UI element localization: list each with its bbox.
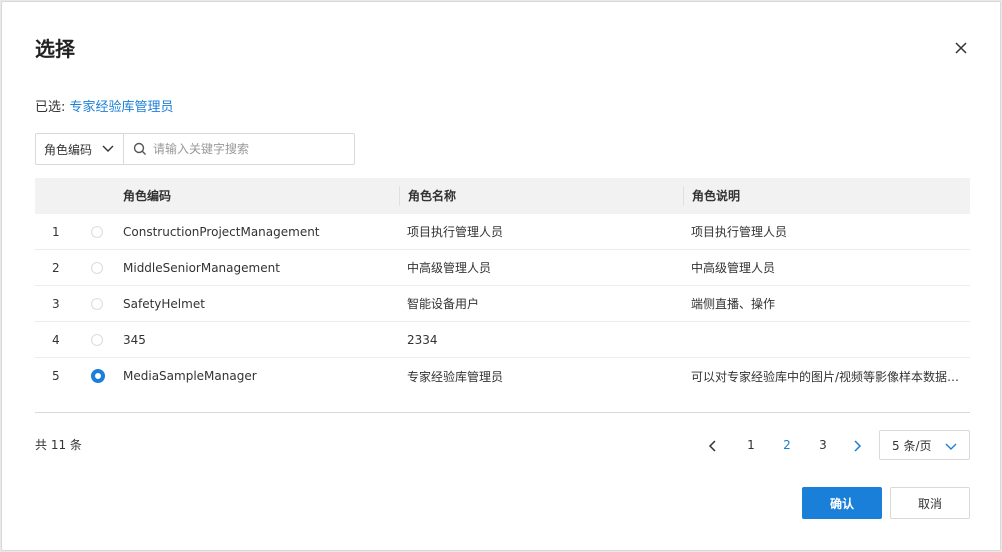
chevron-down-icon: [945, 440, 957, 454]
close-icon: [955, 42, 967, 54]
table-row[interactable]: 2 MiddleSeniorManagement 中高级管理人员 中高级管理人员: [35, 250, 970, 286]
search-box: 角色编码: [35, 133, 355, 165]
close-button[interactable]: [951, 38, 971, 58]
row-index: 2: [52, 260, 60, 275]
header-code: 角色编码: [123, 189, 172, 203]
page-2[interactable]: 2: [775, 430, 799, 460]
selected-label: 已选:: [35, 100, 66, 115]
row-name: 中高级管理人员: [407, 261, 492, 275]
row-code: MediaSampleManager: [123, 369, 257, 383]
row-desc: 中高级管理人员: [691, 261, 776, 275]
table-divider: [35, 412, 970, 413]
header-desc: 角色说明: [683, 186, 970, 206]
row-name: 2334: [407, 332, 438, 347]
page-1[interactable]: 1: [739, 430, 763, 460]
table-row[interactable]: 1 ConstructionProjectManagement 项目执行管理人员…: [35, 214, 970, 250]
chevron-down-icon: [102, 142, 114, 156]
confirm-button[interactable]: 确认: [802, 487, 882, 519]
roles-table: 角色编码 角色名称 角色说明 1 ConstructionProjectMana…: [35, 178, 970, 394]
chevron-right-icon: [854, 440, 862, 452]
select-dialog: 选择 已选: 专家经验库管理员 角色编码 角色编码 角色名称 角色说明: [1, 1, 1001, 551]
row-code: 345: [123, 332, 146, 347]
page-size-value: 5 条/页: [892, 438, 932, 453]
search-field-select[interactable]: 角色编码: [36, 134, 124, 164]
cancel-button[interactable]: 取消: [890, 487, 970, 519]
row-radio[interactable]: [91, 225, 103, 238]
row-radio[interactable]: [91, 297, 103, 310]
table-row[interactable]: 5 MediaSampleManager 专家经验库管理员 可以对专家经验库中的…: [35, 358, 970, 394]
row-desc: 可以对专家经验库中的图片/视频等影像样本数据…: [691, 369, 960, 384]
row-index: 4: [52, 332, 60, 347]
row-index: 1: [52, 224, 60, 239]
table-header: 角色编码 角色名称 角色说明: [35, 178, 970, 214]
row-code: MiddleSeniorManagement: [123, 260, 280, 275]
page-size-select[interactable]: 5 条/页: [879, 430, 970, 460]
row-name: 项目执行管理人员: [407, 225, 504, 239]
total-count: 共 11 条: [35, 438, 82, 452]
row-radio[interactable]: [91, 261, 103, 274]
row-desc: 端侧直播、操作: [691, 297, 776, 311]
search-field-value: 角色编码: [44, 142, 93, 157]
row-name: 专家经验库管理员: [407, 369, 504, 384]
row-radio-selected[interactable]: [91, 369, 105, 383]
row-name: 智能设备用户: [407, 297, 480, 311]
selected-summary: 已选: 专家经验库管理员: [35, 98, 174, 118]
row-code: ConstructionProjectManagement: [123, 224, 320, 239]
chevron-left-icon: [708, 440, 716, 452]
search-input[interactable]: [153, 142, 343, 156]
table-row[interactable]: 3 SafetyHelmet 智能设备用户 端侧直播、操作: [35, 286, 970, 322]
prev-page-button[interactable]: [706, 438, 720, 452]
search-icon: [133, 142, 147, 156]
dialog-title: 选择: [35, 37, 75, 61]
row-radio[interactable]: [91, 333, 103, 346]
next-page-button[interactable]: [850, 438, 864, 452]
row-index: 3: [52, 296, 60, 311]
page-3[interactable]: 3: [811, 430, 835, 460]
row-code: SafetyHelmet: [123, 296, 205, 311]
selected-value[interactable]: 专家经验库管理员: [70, 100, 174, 115]
table-row[interactable]: 4 345 2334: [35, 322, 970, 358]
header-name: 角色名称: [399, 186, 683, 206]
row-desc: 项目执行管理人员: [691, 225, 788, 239]
row-index: 5: [52, 369, 60, 383]
